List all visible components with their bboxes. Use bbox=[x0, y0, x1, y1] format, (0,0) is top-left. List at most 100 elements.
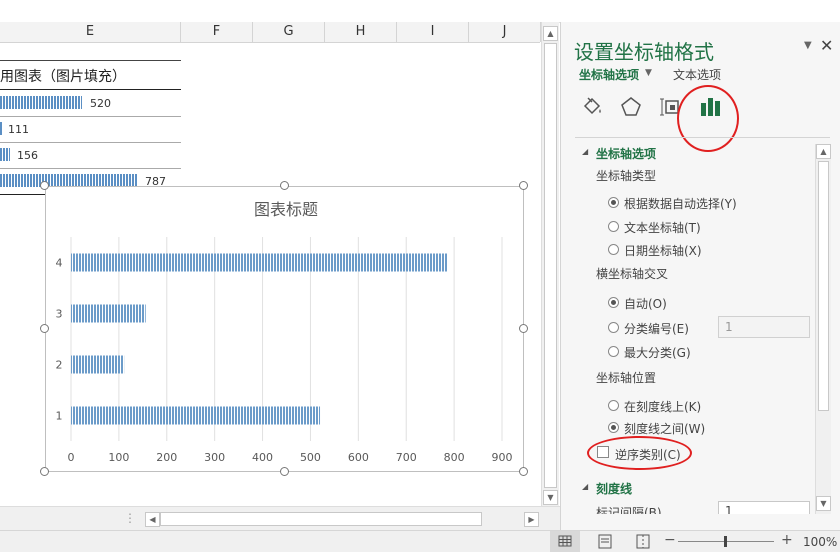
table-rule bbox=[0, 142, 181, 143]
option-text-axis[interactable]: 文本坐标轴(T) bbox=[624, 219, 701, 236]
position-label: 坐标轴位置 bbox=[596, 371, 657, 385]
close-icon[interactable]: ✕ bbox=[820, 36, 833, 55]
sheet-value: 111 bbox=[8, 123, 29, 136]
pentagon-icon bbox=[621, 97, 641, 116]
resize-handle-top[interactable] bbox=[280, 181, 289, 190]
axis-type-label: 坐标轴类型 bbox=[596, 169, 657, 183]
x-tick-label: 100 bbox=[108, 451, 129, 464]
cross-label: 横坐标轴交叉 bbox=[596, 267, 669, 281]
x-tick-label: 800 bbox=[444, 451, 465, 464]
resize-handle-left[interactable] bbox=[40, 324, 49, 333]
radio-cross-auto[interactable] bbox=[608, 297, 619, 308]
page-break-button[interactable] bbox=[628, 531, 658, 552]
pane-scrollbar[interactable]: ▲ ▼ bbox=[815, 144, 831, 514]
page-layout-button[interactable] bbox=[590, 531, 620, 552]
radio-date-axis[interactable] bbox=[608, 244, 619, 255]
pane-title: 设置坐标轴格式 bbox=[574, 40, 714, 64]
top-strip bbox=[0, 0, 560, 23]
option-max-category[interactable]: 最大分类(G) bbox=[624, 344, 691, 361]
pane-scroll-up-arrow[interactable]: ▲ bbox=[816, 144, 831, 159]
radio-auto-select[interactable] bbox=[608, 197, 619, 208]
bar[interactable] bbox=[71, 253, 448, 272]
zoom-in-button[interactable]: + bbox=[781, 532, 793, 548]
fill-line-tab[interactable] bbox=[579, 94, 605, 120]
resize-handle-br[interactable] bbox=[519, 467, 528, 476]
resize-handle-right[interactable] bbox=[519, 324, 528, 333]
tab-axis-options[interactable]: 坐标轴选项 bbox=[579, 66, 639, 83]
radio-max-category[interactable] bbox=[608, 346, 619, 357]
chevron-down-icon[interactable]: ▼ bbox=[645, 68, 652, 78]
scroll-left-arrow[interactable]: ◀ bbox=[145, 512, 160, 527]
tick-interval-input[interactable]: 1 bbox=[718, 501, 810, 514]
radio-on-tick-marks[interactable] bbox=[608, 400, 619, 411]
x-tick-label: 400 bbox=[252, 451, 273, 464]
column-g[interactable]: G bbox=[253, 22, 325, 42]
highlight-circle bbox=[677, 85, 739, 152]
highlight-circle bbox=[587, 436, 692, 470]
zoom-slider-thumb[interactable] bbox=[724, 536, 727, 547]
scroll-right-arrow[interactable]: ▶ bbox=[524, 512, 539, 527]
column-i[interactable]: I bbox=[397, 22, 469, 42]
sheet-value: 520 bbox=[90, 97, 111, 110]
x-tick-label: 600 bbox=[348, 451, 369, 464]
horizontal-scroll-thumb[interactable] bbox=[160, 512, 482, 526]
option-on-tick-marks[interactable]: 在刻度线上(K) bbox=[624, 398, 701, 415]
resize-handle-bl[interactable] bbox=[40, 467, 49, 476]
radio-text-axis[interactable] bbox=[608, 221, 619, 232]
option-auto-select[interactable]: 根据数据自动选择(Y) bbox=[624, 195, 737, 212]
splitter-icon[interactable]: ⋮ bbox=[124, 511, 136, 525]
sheet-value: 156 bbox=[17, 149, 38, 162]
option-cross-auto[interactable]: 自动(O) bbox=[624, 295, 667, 312]
effects-tab[interactable] bbox=[618, 94, 644, 120]
normal-view-button[interactable] bbox=[550, 531, 580, 552]
chart-title[interactable]: 图表标题 bbox=[254, 200, 318, 219]
chart-area[interactable]: 图表标题 1 2 3 4 0 100 200 300 400 500 600 700 800 900 bbox=[45, 186, 524, 472]
tick-interval-label: 标记间隔(B) bbox=[596, 506, 662, 514]
resize-handle-tr[interactable] bbox=[519, 181, 528, 190]
section-tick-marks[interactable]: 刻度线 bbox=[596, 480, 632, 497]
zoom-level[interactable]: 100% bbox=[803, 535, 837, 549]
x-tick-label: 500 bbox=[300, 451, 321, 464]
bar[interactable] bbox=[71, 355, 125, 374]
pane-scroll-down-arrow[interactable]: ▼ bbox=[816, 496, 831, 511]
y-tick-label: 3 bbox=[56, 308, 63, 321]
y-tick-label: 2 bbox=[56, 359, 63, 372]
bar-chart: 图表标题 1 2 3 4 0 100 200 300 400 500 600 700 800 900 bbox=[56, 200, 513, 464]
x-tick-label: 200 bbox=[156, 451, 177, 464]
option-date-axis[interactable]: 日期坐标轴(X) bbox=[624, 242, 702, 259]
category-number-input[interactable]: 1 bbox=[718, 316, 810, 338]
pane-options-dropdown-icon[interactable]: ▼ bbox=[804, 40, 812, 51]
table-rule bbox=[0, 60, 181, 61]
sheet-bar bbox=[0, 122, 2, 135]
y-tick-label: 4 bbox=[56, 257, 63, 270]
sheet-bar bbox=[0, 148, 10, 161]
y-tick-label: 1 bbox=[56, 410, 63, 423]
radio-category-number[interactable] bbox=[608, 322, 619, 333]
scroll-thumb[interactable] bbox=[544, 43, 557, 488]
collapse-icon[interactable]: ◢ bbox=[582, 147, 588, 156]
zoom-out-button[interactable]: − bbox=[664, 532, 676, 548]
sheet-horizontal-scrollbar-area: ⋮ ◀ ▶ bbox=[0, 506, 560, 531]
tab-text-options[interactable]: 文本选项 bbox=[673, 66, 721, 83]
column-f[interactable]: F bbox=[181, 22, 253, 42]
x-tick-label: 700 bbox=[396, 451, 417, 464]
sheet-vertical-scrollbar[interactable]: ▲ ▼ bbox=[541, 22, 559, 506]
bar[interactable] bbox=[71, 406, 321, 425]
radio-between-tick-marks[interactable] bbox=[608, 422, 619, 433]
section-axis-options[interactable]: 坐标轴选项 bbox=[596, 145, 656, 162]
column-j[interactable]: J bbox=[469, 22, 541, 42]
resize-handle-bottom[interactable] bbox=[280, 467, 289, 476]
option-category-number[interactable]: 分类编号(E) bbox=[624, 320, 689, 337]
option-between-tick-marks[interactable]: 刻度线之间(W) bbox=[624, 420, 705, 437]
scroll-down-arrow[interactable]: ▼ bbox=[543, 490, 558, 505]
table-rule bbox=[0, 89, 181, 90]
scroll-up-arrow[interactable]: ▲ bbox=[543, 26, 558, 41]
pane-scroll-thumb[interactable] bbox=[818, 161, 829, 411]
collapse-icon[interactable]: ◢ bbox=[582, 482, 588, 491]
column-e[interactable]: E bbox=[0, 22, 181, 42]
column-header: E F G H I J bbox=[0, 22, 541, 43]
column-h[interactable]: H bbox=[325, 22, 397, 42]
sheet-bar bbox=[0, 96, 82, 109]
bar[interactable] bbox=[71, 304, 146, 323]
resize-handle-tl[interactable] bbox=[40, 181, 49, 190]
